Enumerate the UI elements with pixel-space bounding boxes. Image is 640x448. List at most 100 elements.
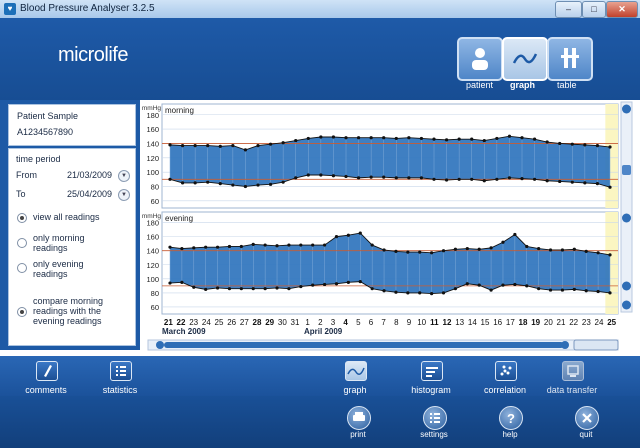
date-tick-label: 16 [493,318,503,327]
systolic-point [520,136,524,140]
systolic-point [227,244,232,249]
diastolic-point [558,179,562,184]
date-tick-label: 8 [394,318,399,327]
date-tick-label: 11 [430,318,439,327]
diastolic-point [322,282,327,287]
patient-icon [472,48,488,70]
month-label-april: April 2009 [304,327,343,336]
diastolic-point [394,290,398,294]
tab-graph[interactable] [502,37,548,81]
diastolic-point [356,176,361,180]
graph-button[interactable] [345,361,367,381]
diastolic-point [306,173,310,177]
diastolic-point [418,291,422,295]
systolic-point [168,245,172,249]
sidebar: Patient Sample A1234567890 time period F… [0,100,140,350]
diastolic-point [382,175,386,179]
diastolic-point [346,280,350,284]
systolic-point [231,144,235,148]
systolic-point [256,144,260,148]
data-transfer-label: data transfer [546,385,598,395]
systolic-point [251,242,255,246]
date-tick-label: 31 [290,318,300,327]
diastolic-point [192,285,196,289]
systolic-point [419,136,424,141]
close-button[interactable]: ✕ [606,1,638,18]
data-transfer-button[interactable] [562,361,584,381]
systolic-point [548,248,553,252]
scroll-up-icon [622,213,631,223]
help-icon: ? [507,411,515,426]
minimize-button[interactable]: – [555,1,582,18]
systolic-point [180,246,184,251]
diastolic-point [263,287,267,291]
radio-evening-readings[interactable] [17,263,27,273]
y-tick-label: 120 [146,261,159,270]
radio-all-readings[interactable] [17,213,27,223]
statistics-button[interactable] [110,361,132,381]
from-date-dropdown-icon[interactable]: ▼ [118,170,130,182]
diastolic-point [256,183,260,187]
systolic-point [311,243,315,247]
diastolic-point [537,287,541,291]
systolic-point [537,246,541,251]
histogram-button[interactable] [421,361,443,381]
to-date-dropdown-icon[interactable]: ▼ [118,189,130,201]
systolic-point [215,245,220,249]
diastolic-point [215,286,220,290]
chart-area: 60 80 100 120 140 160 180 mmHg morning 60 80 100 120… [140,100,640,356]
diastolic-point [180,181,185,185]
pencil-icon [44,365,52,377]
help-button[interactable]: ? [499,406,523,430]
radio-compare-readings-label: compare morning readings with the evenin… [33,296,104,326]
systolic-point [572,247,576,251]
settings-button[interactable] [423,406,447,430]
print-button[interactable] [347,406,371,430]
y-tick-label: 80 [151,182,159,191]
diastolic-point [482,179,486,183]
diastolic-point [168,281,172,285]
date-tick-label: 14 [467,318,477,327]
to-date-field[interactable]: 25/04/2009 [67,189,112,199]
settings-icon [430,413,440,423]
diastolic-point [394,176,398,180]
title-bar: ♥ Blood Pressure Analyser 3.2.5 – □ ✕ [0,0,640,19]
y-tick-label: 180 [146,111,159,120]
systolic-point [382,248,386,252]
time-period-heading: time period [16,154,61,164]
systolic-point [192,246,196,250]
comments-button[interactable] [36,361,58,381]
diastolic-point [204,287,208,291]
histogram-label: histogram [411,385,451,395]
panel-title: evening [165,214,193,223]
diastolic-point [608,291,612,295]
tab-patient-label: patient [466,80,494,90]
diastolic-point [180,280,184,284]
scrollbar-thumb [164,342,564,348]
date-tick-label: 1 [305,318,310,327]
diastolic-point [319,173,323,177]
analysis-toolbar: comments statistics graph histogram corr… [0,356,640,396]
diastolic-point [477,283,481,287]
table-icon [561,48,579,68]
diastolic-point [470,177,474,181]
systolic-point [545,140,549,144]
date-tick-label: 9 [406,318,412,327]
maximize-button[interactable]: □ [582,1,606,18]
tab-patient[interactable] [457,37,503,81]
quit-button[interactable] [575,406,599,430]
radio-morning-readings[interactable] [17,238,27,248]
radio-compare-readings[interactable] [17,307,27,317]
y-tick-label: 60 [151,303,159,312]
date-tick-label: 5 [356,318,361,327]
correlation-button[interactable] [495,361,517,381]
diastolic-point [294,176,298,180]
tab-table[interactable] [547,37,593,81]
date-tick-label: 23 [189,318,199,327]
from-date-field[interactable]: 21/03/2009 [67,170,112,180]
systolic-point [441,249,446,253]
y-tick-label: 100 [146,275,159,284]
diastolic-point [430,292,434,296]
scrollbar-thumb [622,165,631,175]
systolic-point [369,136,373,140]
